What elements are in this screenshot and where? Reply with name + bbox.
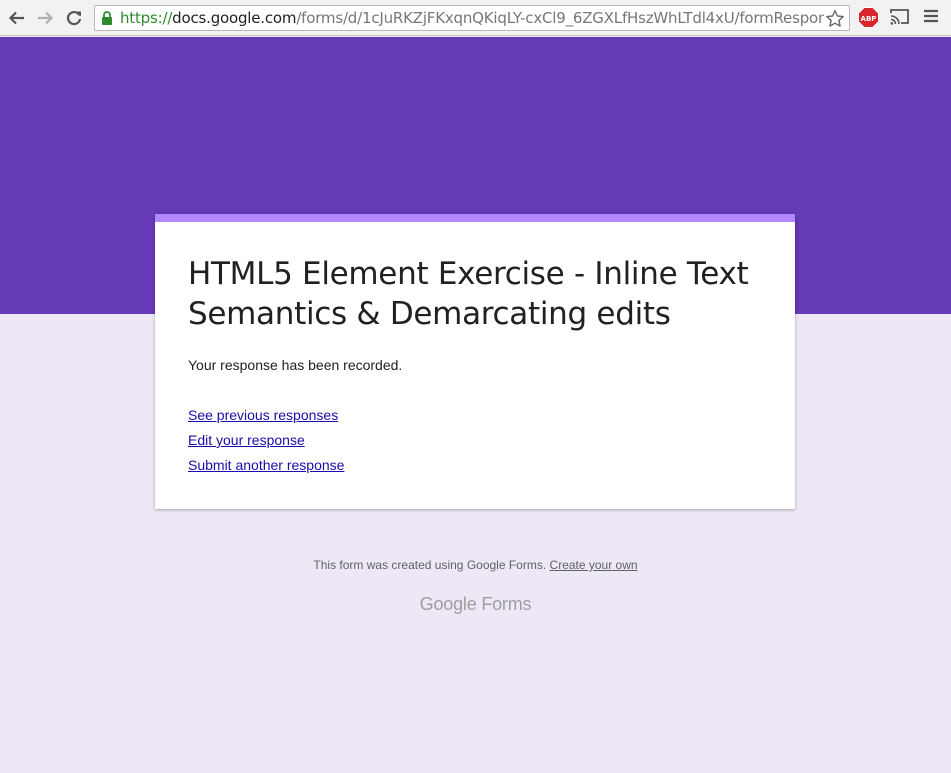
cast-icon[interactable] bbox=[890, 8, 910, 31]
reload-icon[interactable] bbox=[62, 6, 86, 30]
url-text[interactable]: https://docs.google.com/forms/d/1cJuRKZj… bbox=[120, 9, 844, 27]
submit-another-response-link[interactable]: Submit another response bbox=[188, 457, 344, 473]
url-scheme: https:// bbox=[120, 9, 173, 27]
url-path: /forms/d/1cJuRKZjFKxqnQKiqLY-cxCl9_6ZGXL… bbox=[296, 9, 844, 27]
adblock-plus-icon[interactable]: ABP bbox=[858, 7, 879, 28]
browser-toolbar: https://docs.google.com/forms/d/1cJuRKZj… bbox=[0, 0, 951, 36]
google-forms-logo[interactable]: Google Forms bbox=[0, 594, 951, 615]
see-previous-responses-link[interactable]: See previous responses bbox=[188, 407, 338, 423]
back-arrow-icon[interactable] bbox=[5, 6, 29, 30]
form-title: HTML5 Element Exercise - Inline Text Sem… bbox=[188, 256, 749, 332]
star-icon[interactable] bbox=[824, 8, 846, 30]
confirmation-message: Your response has been recorded. bbox=[188, 357, 403, 373]
card-accent-strip bbox=[155, 214, 795, 222]
footer-note-text: This form was created using Google Forms… bbox=[313, 558, 547, 572]
create-your-own-link[interactable]: Create your own bbox=[550, 558, 638, 572]
address-bar[interactable]: https://docs.google.com/forms/d/1cJuRKZj… bbox=[94, 5, 850, 31]
edit-response-link[interactable]: Edit your response bbox=[188, 432, 305, 448]
menu-icon[interactable] bbox=[924, 8, 938, 29]
footer-note: This form was created using Google Forms… bbox=[0, 558, 951, 572]
response-card: HTML5 Element Exercise - Inline Text Sem… bbox=[155, 214, 795, 509]
url-host: docs.google.com bbox=[172, 9, 297, 27]
lock-icon bbox=[101, 11, 113, 30]
forward-arrow-icon[interactable] bbox=[33, 6, 57, 30]
abp-label: ABP bbox=[861, 15, 877, 23]
